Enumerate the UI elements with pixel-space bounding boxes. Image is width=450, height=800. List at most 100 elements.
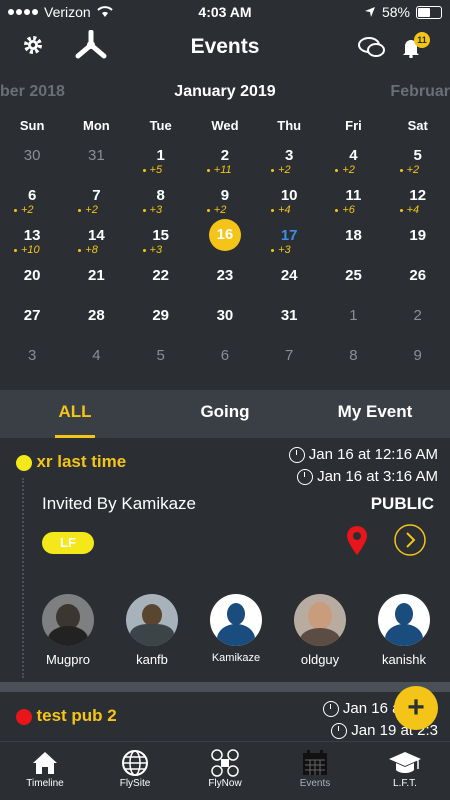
day-number: 1 [156, 147, 165, 164]
calendar-day[interactable]: 11 +6 [321, 183, 385, 223]
calendar-day[interactable]: 6 [193, 343, 257, 383]
calendar-day[interactable]: 4 [64, 343, 128, 383]
event-name: test pub 2 [36, 706, 117, 725]
attendee[interactable]: kanishk [362, 594, 446, 667]
map-pin-icon[interactable] [346, 526, 368, 556]
nav-flysite[interactable]: FlySite [90, 742, 180, 800]
day-number: 8 [349, 347, 358, 364]
calendar-icon [303, 750, 327, 775]
battery-icon [416, 5, 442, 19]
attendee[interactable]: kanfb [110, 594, 194, 667]
weekday-header: Sun Mon Tue Wed Thu Fri Sat [0, 118, 450, 133]
add-event-button[interactable]: + [394, 686, 438, 730]
calendar-day[interactable]: 5 +2 [386, 143, 450, 183]
day-number: 5 [413, 147, 422, 164]
attendee[interactable]: Kamikaze [194, 594, 278, 667]
notifications-button[interactable]: 11 [402, 32, 430, 63]
calendar-day[interactable]: 24 [257, 263, 321, 303]
calendar-day[interactable]: 27 [0, 303, 64, 343]
day-number: 21 [88, 267, 105, 284]
calendar-day[interactable]: 17 +3 [257, 223, 321, 263]
event-count: +6 [335, 204, 355, 216]
event-count: +5 [143, 164, 163, 176]
day-number: 13 [23, 227, 41, 244]
calendar-day[interactable]: 1 +5 [129, 143, 193, 183]
calendar-day[interactable]: 10 +4 [257, 183, 321, 223]
calendar-day[interactable]: 1 [321, 303, 385, 343]
nav-lft[interactable]: L.F.T. [360, 742, 450, 800]
day-number: 25 [345, 267, 362, 284]
calendar-day[interactable]: 6 +2 [0, 183, 64, 223]
day-number: 28 [88, 307, 105, 324]
event-count: +4 [400, 204, 420, 216]
calendar-day[interactable]: 4 +2 [321, 143, 385, 183]
chat-icon[interactable] [358, 36, 386, 60]
calendar-day[interactable]: 9 [386, 343, 450, 383]
calendar-day[interactable]: 31 [64, 143, 128, 183]
day-number: 29 [152, 307, 169, 324]
day-number: 23 [216, 267, 234, 284]
day-number: 9 [220, 187, 230, 204]
calendar-day[interactable]: 28 [64, 303, 128, 343]
calendar-day[interactable]: 13 +10 [0, 223, 64, 263]
calendar-day[interactable]: 7 +2 [64, 183, 128, 223]
divider [0, 682, 450, 692]
calendar-day[interactable]: 18 [321, 223, 385, 263]
calendar-day[interactable]: 26 [386, 263, 450, 303]
calendar-day[interactable]: 3 [0, 343, 64, 383]
home-icon [33, 752, 57, 774]
event-feed: xr last time Jan 16 at 12:16 AM Jan 16 a… [0, 438, 450, 740]
calendar-day[interactable]: 20 [0, 263, 64, 303]
clock-icon [331, 722, 348, 739]
calendar-day[interactable]: 8 [321, 343, 385, 383]
tab-my-event[interactable]: My Event [300, 390, 450, 438]
calendar-day[interactable]: 21 [64, 263, 128, 303]
calendar-day[interactable]: 3 +2 [257, 143, 321, 183]
event-count: +10 [14, 244, 40, 256]
event-count: +2 [271, 164, 291, 176]
next-month[interactable]: Februar [390, 83, 450, 101]
calendar-day[interactable]: 9 +2 [193, 183, 257, 223]
attendee[interactable]: oldguy [278, 594, 362, 667]
day-number: 31 [88, 147, 105, 164]
event-tag: LF [42, 532, 94, 554]
chevron-right-icon[interactable] [394, 524, 426, 556]
event-card[interactable]: xr last time Jan 16 at 12:16 AM Jan 16 a… [0, 438, 450, 674]
calendar-day[interactable]: 23 [193, 263, 257, 303]
clock-icon [322, 700, 339, 717]
bottom-nav: Timeline FlySite FlyNow Events L.F.T. [0, 741, 450, 800]
calendar-day[interactable]: 30 [193, 303, 257, 343]
calendar-day[interactable]: 12 +4 [386, 183, 450, 223]
tab-all[interactable]: ALL [0, 390, 150, 438]
calendar-day[interactable]: 8 +3 [129, 183, 193, 223]
calendar-day[interactable]: 25 [321, 263, 385, 303]
weekday-label: Sat [407, 118, 428, 133]
nav-events[interactable]: Events [270, 742, 360, 800]
day-number: 19 [409, 227, 427, 244]
day-number: 1 [349, 307, 358, 324]
tab-going[interactable]: Going [150, 390, 300, 438]
event-count: +2 [78, 204, 98, 216]
nav-timeline[interactable]: Timeline [0, 742, 90, 800]
calendar-day[interactable]: 31 [257, 303, 321, 343]
event-card[interactable]: test pub 2 Jan 16 at 12:3 Jan 19 at 2:3 [0, 692, 450, 740]
calendar-day[interactable]: 15 +3 [129, 223, 193, 263]
event-tabs: ALL Going My Event [0, 390, 450, 438]
nav-label: Timeline [26, 778, 64, 789]
nav-flynow[interactable]: FlyNow [180, 742, 270, 800]
invited-by: Invited By Kamikaze [42, 494, 197, 513]
avatar [294, 594, 346, 646]
calendar-day[interactable]: 2 [386, 303, 450, 343]
attendee-name: oldguy [300, 652, 340, 667]
calendar-day[interactable]: 29 [129, 303, 193, 343]
attendee[interactable]: Mugpro [26, 594, 110, 667]
calendar-day[interactable]: 2 +11 [193, 143, 257, 183]
day-number: 27 [23, 307, 41, 324]
calendar-day[interactable]: 14 +8 [64, 223, 128, 263]
calendar-day[interactable]: 22 [129, 263, 193, 303]
calendar-day[interactable]: 30 [0, 143, 64, 183]
calendar-day[interactable]: 19 [386, 223, 450, 263]
calendar-day[interactable]: 5 [129, 343, 193, 383]
calendar-day-today[interactable]: 16 [193, 219, 257, 263]
calendar-day[interactable]: 7 [257, 343, 321, 383]
